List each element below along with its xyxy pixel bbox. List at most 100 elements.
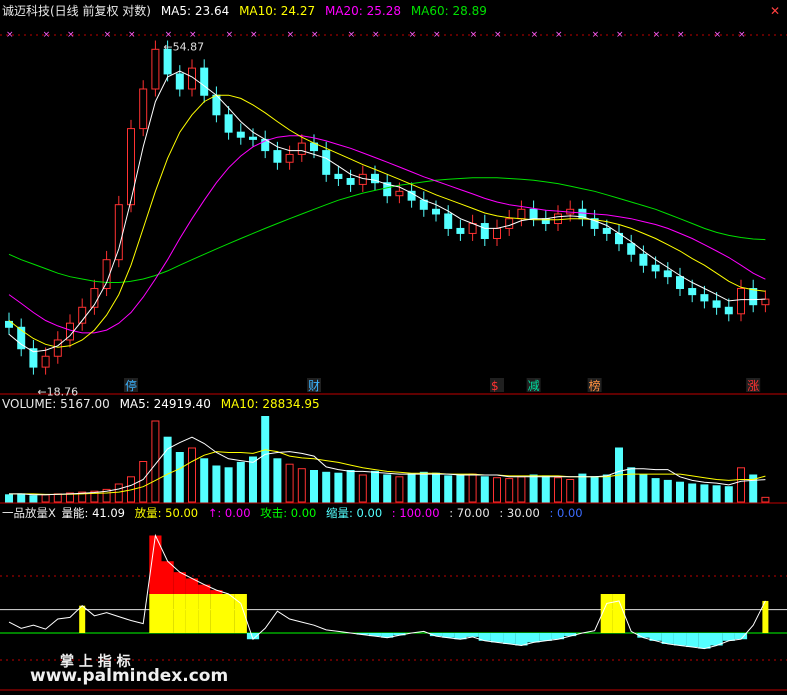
suoliang-bar	[503, 633, 516, 644]
volume-bar	[432, 472, 440, 503]
v70-label: : 70.00	[449, 506, 490, 520]
suoliang-bar	[539, 633, 552, 641]
candle-body	[273, 150, 282, 163]
candle-body	[749, 288, 758, 306]
signal-mark: ×	[494, 30, 502, 40]
volume-bar	[517, 476, 526, 503]
event-marker: $	[491, 379, 499, 393]
signal-mark: ×	[250, 30, 258, 40]
vol-ma10-label: MA10: 28834.95	[220, 397, 320, 411]
suoliang-bar	[673, 633, 687, 646]
price-panel: × × × × × × × × × × × × × × × × × × × × × × × × ×←54.87←18.76 停财 $…	[5, 30, 770, 398]
volume-bar	[346, 470, 355, 503]
grid-lines	[0, 34, 787, 691]
signal-mark: ×	[287, 30, 295, 40]
volume-bar	[17, 493, 26, 503]
volume-bar	[737, 467, 745, 503]
volume-bar	[688, 483, 697, 503]
volume-bar	[212, 465, 221, 503]
suoliang-bar	[466, 633, 479, 637]
volume-bar	[371, 470, 379, 503]
volume-bar	[663, 479, 672, 503]
stock-title: 诚迈科技(日线 前复权 对数)	[2, 4, 151, 18]
candle-body	[529, 208, 538, 220]
candle-body	[554, 213, 562, 225]
candle-body	[456, 227, 465, 234]
candle-body	[224, 114, 233, 133]
candle-body	[639, 253, 648, 266]
suoliang-bar	[527, 633, 540, 643]
watermark-url: www.palmindex.com	[30, 666, 229, 686]
volume-bar	[163, 436, 172, 503]
candle-body	[236, 131, 245, 138]
v30-label: : 30.00	[499, 506, 540, 520]
volume-bar	[712, 485, 721, 503]
volume-bar	[700, 484, 709, 503]
candle-body	[41, 355, 50, 368]
close-icon[interactable]: ✕	[770, 4, 780, 18]
signal-mark: ×	[738, 30, 746, 40]
volume-bar	[456, 474, 465, 503]
indicator-name: 一品放量X	[2, 506, 56, 520]
signal-mark: ×	[531, 30, 539, 40]
candle-body	[676, 276, 684, 290]
signal-mark: ×	[104, 30, 112, 40]
strong-bar	[161, 561, 174, 594]
volume-bar	[236, 461, 245, 503]
suoliang-bar	[490, 633, 504, 643]
candle-body	[114, 204, 123, 261]
candle-body	[53, 339, 62, 357]
volume-bar	[566, 479, 575, 503]
volume-bar	[188, 447, 196, 503]
volume-bar	[41, 494, 50, 503]
event-marker: 财	[308, 379, 320, 393]
volume-bar	[627, 467, 636, 503]
liangneng-line	[8, 533, 766, 650]
suoliang-bar	[686, 633, 699, 648]
ma20-label: MA20: 25.28	[324, 4, 401, 18]
candle-body	[432, 208, 440, 215]
signal-mark: ×	[67, 30, 75, 40]
signal-mark: ×	[372, 30, 380, 40]
volume-bar	[249, 456, 257, 503]
candle-body	[517, 208, 526, 220]
volume-bar	[322, 471, 331, 503]
event-marker: 停	[125, 378, 137, 393]
fangliang-bar	[149, 594, 162, 633]
arrow-label: ↑: 0.00	[207, 506, 251, 520]
event-marker: 榜	[589, 378, 601, 393]
signal-mark: ×	[470, 30, 478, 40]
fangliang-label: 放量: 50.00	[134, 506, 199, 520]
candle-body	[761, 298, 770, 306]
candle-body	[395, 190, 404, 197]
candle-body	[102, 259, 111, 290]
candle-body	[505, 218, 514, 229]
indicator-panel	[0, 533, 787, 650]
candle-body	[334, 173, 343, 179]
volume-bar	[407, 473, 416, 503]
volume-bar	[358, 474, 367, 503]
volume-bar	[724, 486, 733, 503]
candle-body	[700, 294, 709, 302]
volume-bar	[602, 474, 611, 503]
signal-mark: ×	[128, 30, 136, 40]
volume-bar	[53, 493, 62, 503]
candle-body	[627, 243, 636, 255]
suoliang-label: 缩量: 0.00	[326, 506, 383, 520]
signal-mark: ×	[677, 30, 685, 40]
volume-bar	[139, 461, 148, 503]
candle-body	[663, 270, 672, 278]
signal-mark: ×	[165, 30, 173, 40]
event-marker: 减	[528, 379, 540, 393]
candle-body	[151, 48, 160, 90]
signal-mark: ×	[592, 30, 600, 40]
signal-mark: ×	[311, 30, 319, 40]
fangliang-bar	[198, 594, 211, 633]
suoliang-bar	[722, 633, 735, 641]
volume-bar	[761, 496, 770, 503]
volume-bar	[334, 472, 343, 503]
suoliang-bar	[515, 633, 528, 646]
signal-mark: ×	[714, 30, 722, 40]
spike-bar	[79, 605, 86, 633]
signal-mark: ×	[409, 30, 417, 40]
